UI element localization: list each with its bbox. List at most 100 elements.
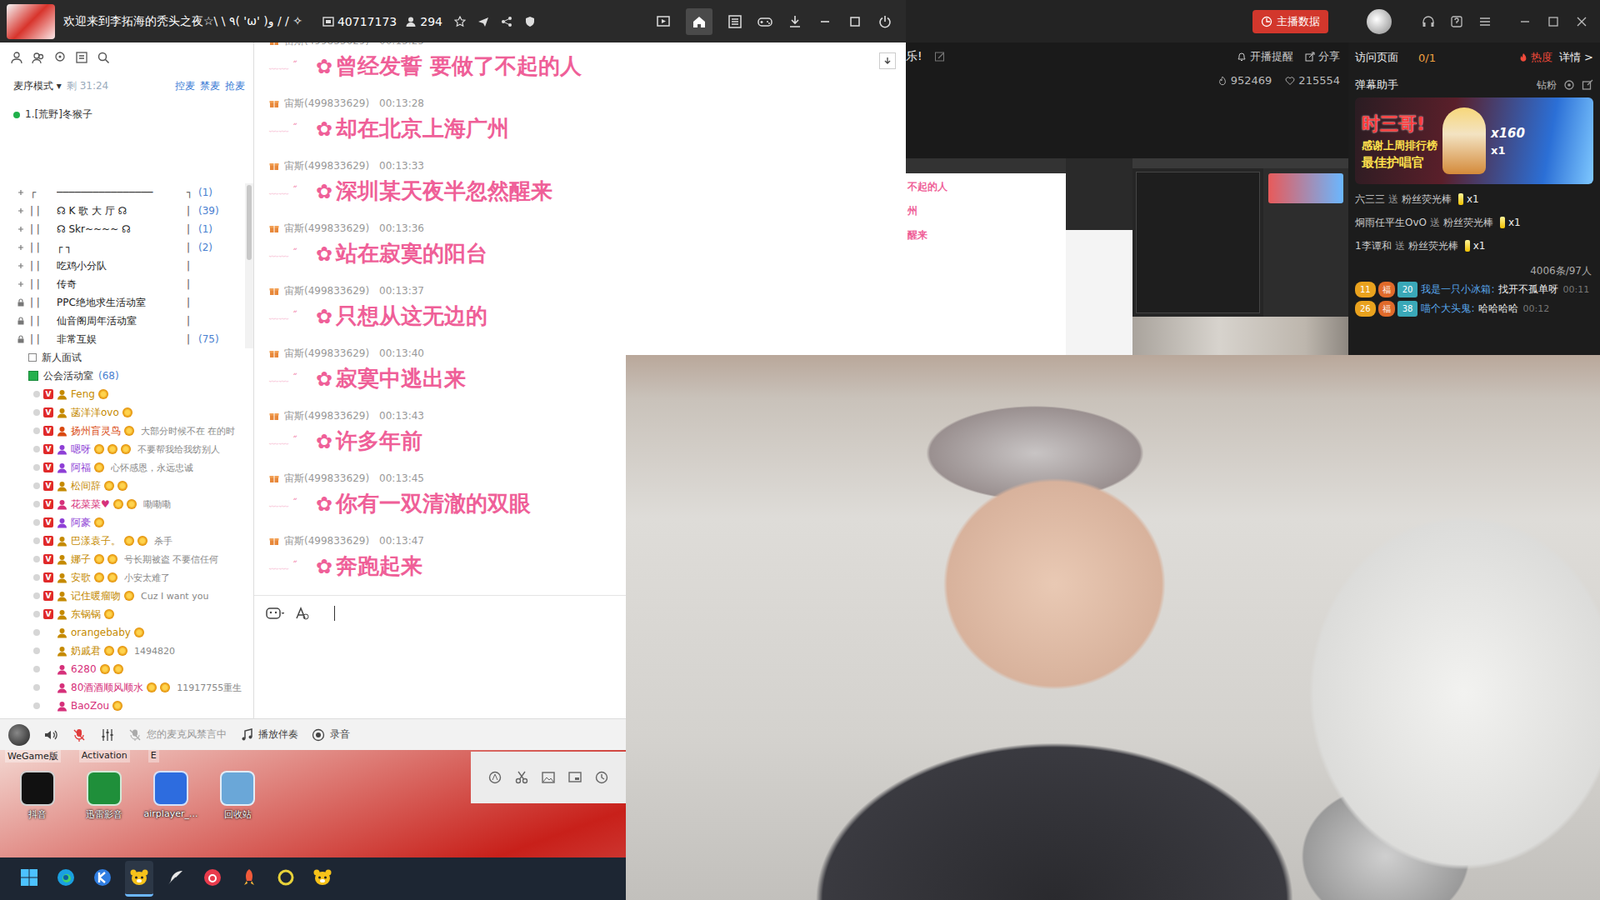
close-icon[interactable] <box>1575 15 1589 29</box>
member-row[interactable]: V东锅锅 <box>0 605 254 624</box>
plane-icon[interactable] <box>477 15 490 28</box>
visit-page-link[interactable]: 访问页面 <box>1355 50 1399 65</box>
minimize-icon[interactable] <box>817 14 833 30</box>
detail-link[interactable]: 详情 > <box>1559 50 1594 65</box>
font-icon[interactable] <box>294 605 310 621</box>
help-icon[interactable] <box>1450 15 1464 29</box>
member-row[interactable]: 奶戚君1494820 <box>0 641 254 660</box>
expand-icon[interactable] <box>16 225 25 234</box>
group-icon[interactable] <box>31 50 45 65</box>
expand-icon[interactable] <box>16 206 25 215</box>
screen-icon[interactable] <box>655 14 671 30</box>
menu-icon[interactable] <box>1478 15 1492 29</box>
expand-icon[interactable] <box>16 243 25 252</box>
share-icon[interactable] <box>500 15 513 28</box>
member-row[interactable]: V巴漾袁子。杀手 <box>0 531 254 550</box>
scrollbar-thumb[interactable] <box>246 185 252 260</box>
channel-section[interactable]: 新人面试 <box>0 348 254 367</box>
desktop-shortcut[interactable]: airplayer_... <box>140 770 202 821</box>
channel-row[interactable]: | |仙音阁周年活动室| <box>16 311 245 330</box>
channel-row[interactable]: | |☊ K 歌 大 厅 ☊|(39) <box>16 201 245 220</box>
star-icon[interactable] <box>454 15 466 28</box>
emoji-icon[interactable] <box>265 606 285 620</box>
maximize-icon[interactable] <box>847 14 863 30</box>
power-icon[interactable] <box>877 14 893 30</box>
member-row[interactable]: V松间辞 <box>0 476 254 495</box>
equalizer-icon[interactable] <box>100 727 115 743</box>
mic-off-icon[interactable] <box>71 727 87 743</box>
member-row[interactable]: 80酒酒顺风顺水11917755重生 <box>0 678 254 697</box>
member-row[interactable]: orangebaby <box>0 623 254 642</box>
channel-row[interactable]: | |传奇| <box>16 275 245 294</box>
scissors-icon[interactable] <box>514 770 530 785</box>
desktop-icon-label[interactable]: WeGame版 <box>5 750 61 763</box>
channel-section[interactable]: 公会活动室(68) <box>0 366 254 385</box>
channel-row[interactable]: | |┌ ┐|(2) <box>16 238 245 257</box>
taskbar-app[interactable] <box>271 860 300 897</box>
scroll-down-button[interactable] <box>879 52 896 70</box>
report-icon[interactable] <box>524 15 536 28</box>
taskbar-app[interactable] <box>88 860 117 897</box>
timer-icon[interactable] <box>594 770 610 785</box>
channel-row[interactable]: | |☊ Skr~~~~ ☊|(1) <box>16 220 245 239</box>
member-row[interactable]: VFeng <box>0 385 254 404</box>
live-reminder-button[interactable]: 开播提醒 <box>1236 49 1294 65</box>
settings-icon[interactable] <box>1563 79 1575 91</box>
taskbar-app[interactable] <box>235 860 264 897</box>
user-icon[interactable] <box>10 50 24 65</box>
taskbar-app[interactable] <box>125 860 154 897</box>
accompaniment-button[interactable]: 播放伴奏 <box>240 727 299 742</box>
taskbar-app[interactable] <box>51 860 80 897</box>
desktop-shortcut[interactable]: 迅雷影音 <box>73 770 135 821</box>
taskbar-app[interactable] <box>308 860 337 897</box>
collapse-icon[interactable] <box>28 353 37 362</box>
taskbar-app[interactable] <box>15 860 44 897</box>
image-icon[interactable] <box>540 770 556 785</box>
channel-row[interactable]: | |非常互娱|(75) <box>16 330 245 349</box>
member-row[interactable]: V阿豪 <box>0 513 254 532</box>
gamepad-icon[interactable] <box>757 14 773 30</box>
channel-row[interactable]: | |吃鸡小分队| <box>16 256 245 275</box>
taskbar-app[interactable] <box>161 860 190 897</box>
desktop-shortcut[interactable]: 抖音 <box>6 770 69 821</box>
member-row[interactable]: V花菜菜♥嘞嘞嘞 <box>0 495 254 514</box>
desktop-shortcut[interactable]: 回收站 <box>206 770 269 821</box>
window-capture-icon[interactable] <box>567 770 583 785</box>
notes-icon[interactable] <box>75 50 89 65</box>
edit-icon[interactable] <box>934 50 946 63</box>
download-icon[interactable] <box>787 14 803 30</box>
expand-icon[interactable] <box>16 188 25 197</box>
mic-action-link[interactable]: 禁麦 <box>200 79 220 94</box>
location-icon[interactable] <box>53 50 67 65</box>
member-row[interactable]: V菡洋洋ovo <box>0 403 254 422</box>
channel-logo-icon[interactable] <box>6 4 55 40</box>
speaker-icon[interactable] <box>43 727 59 743</box>
share-button[interactable]: 分享 <box>1305 49 1340 65</box>
channel-row[interactable]: ┌────────────────┐(1) <box>16 183 245 202</box>
expand-icon[interactable] <box>16 280 25 289</box>
mic-mode-select[interactable]: 麦序模式 ▾ <box>13 79 62 94</box>
list-icon[interactable] <box>727 14 743 30</box>
minimize-icon[interactable] <box>1518 15 1532 29</box>
avatar-icon[interactable] <box>8 724 30 746</box>
member-row[interactable]: V安歌小安太难了 <box>0 568 254 587</box>
desktop-icon-label[interactable]: Activation <box>79 750 130 763</box>
record-button[interactable]: 录音 <box>311 727 350 742</box>
mic-action-link[interactable]: 控麦 <box>175 79 195 94</box>
headset-icon[interactable] <box>1421 15 1435 29</box>
mic-queue-item[interactable]: 1.[荒野]冬猴子 <box>0 97 254 132</box>
desktop-icon-label[interactable]: E <box>148 750 160 763</box>
taskbar-app[interactable] <box>198 860 227 897</box>
expand-icon[interactable] <box>16 261 25 270</box>
anchor-data-button[interactable]: 主播数据 <box>1252 10 1329 34</box>
text-recognition-icon[interactable] <box>487 770 503 785</box>
maximize-icon[interactable] <box>1546 15 1560 29</box>
search-icon[interactable] <box>96 50 110 65</box>
member-row[interactable]: V记住暖瘤吻Cuz I want you <box>0 586 254 605</box>
mic-action-link[interactable]: 抢麦 <box>225 79 245 94</box>
heat-link[interactable]: 热度 <box>1518 50 1553 65</box>
user-avatar-icon[interactable] <box>1366 9 1392 35</box>
channel-row[interactable]: | |PPC绝地求生活动室| <box>16 293 245 312</box>
member-row[interactable]: 6280 <box>0 660 254 679</box>
scrollbar[interactable] <box>245 183 254 349</box>
